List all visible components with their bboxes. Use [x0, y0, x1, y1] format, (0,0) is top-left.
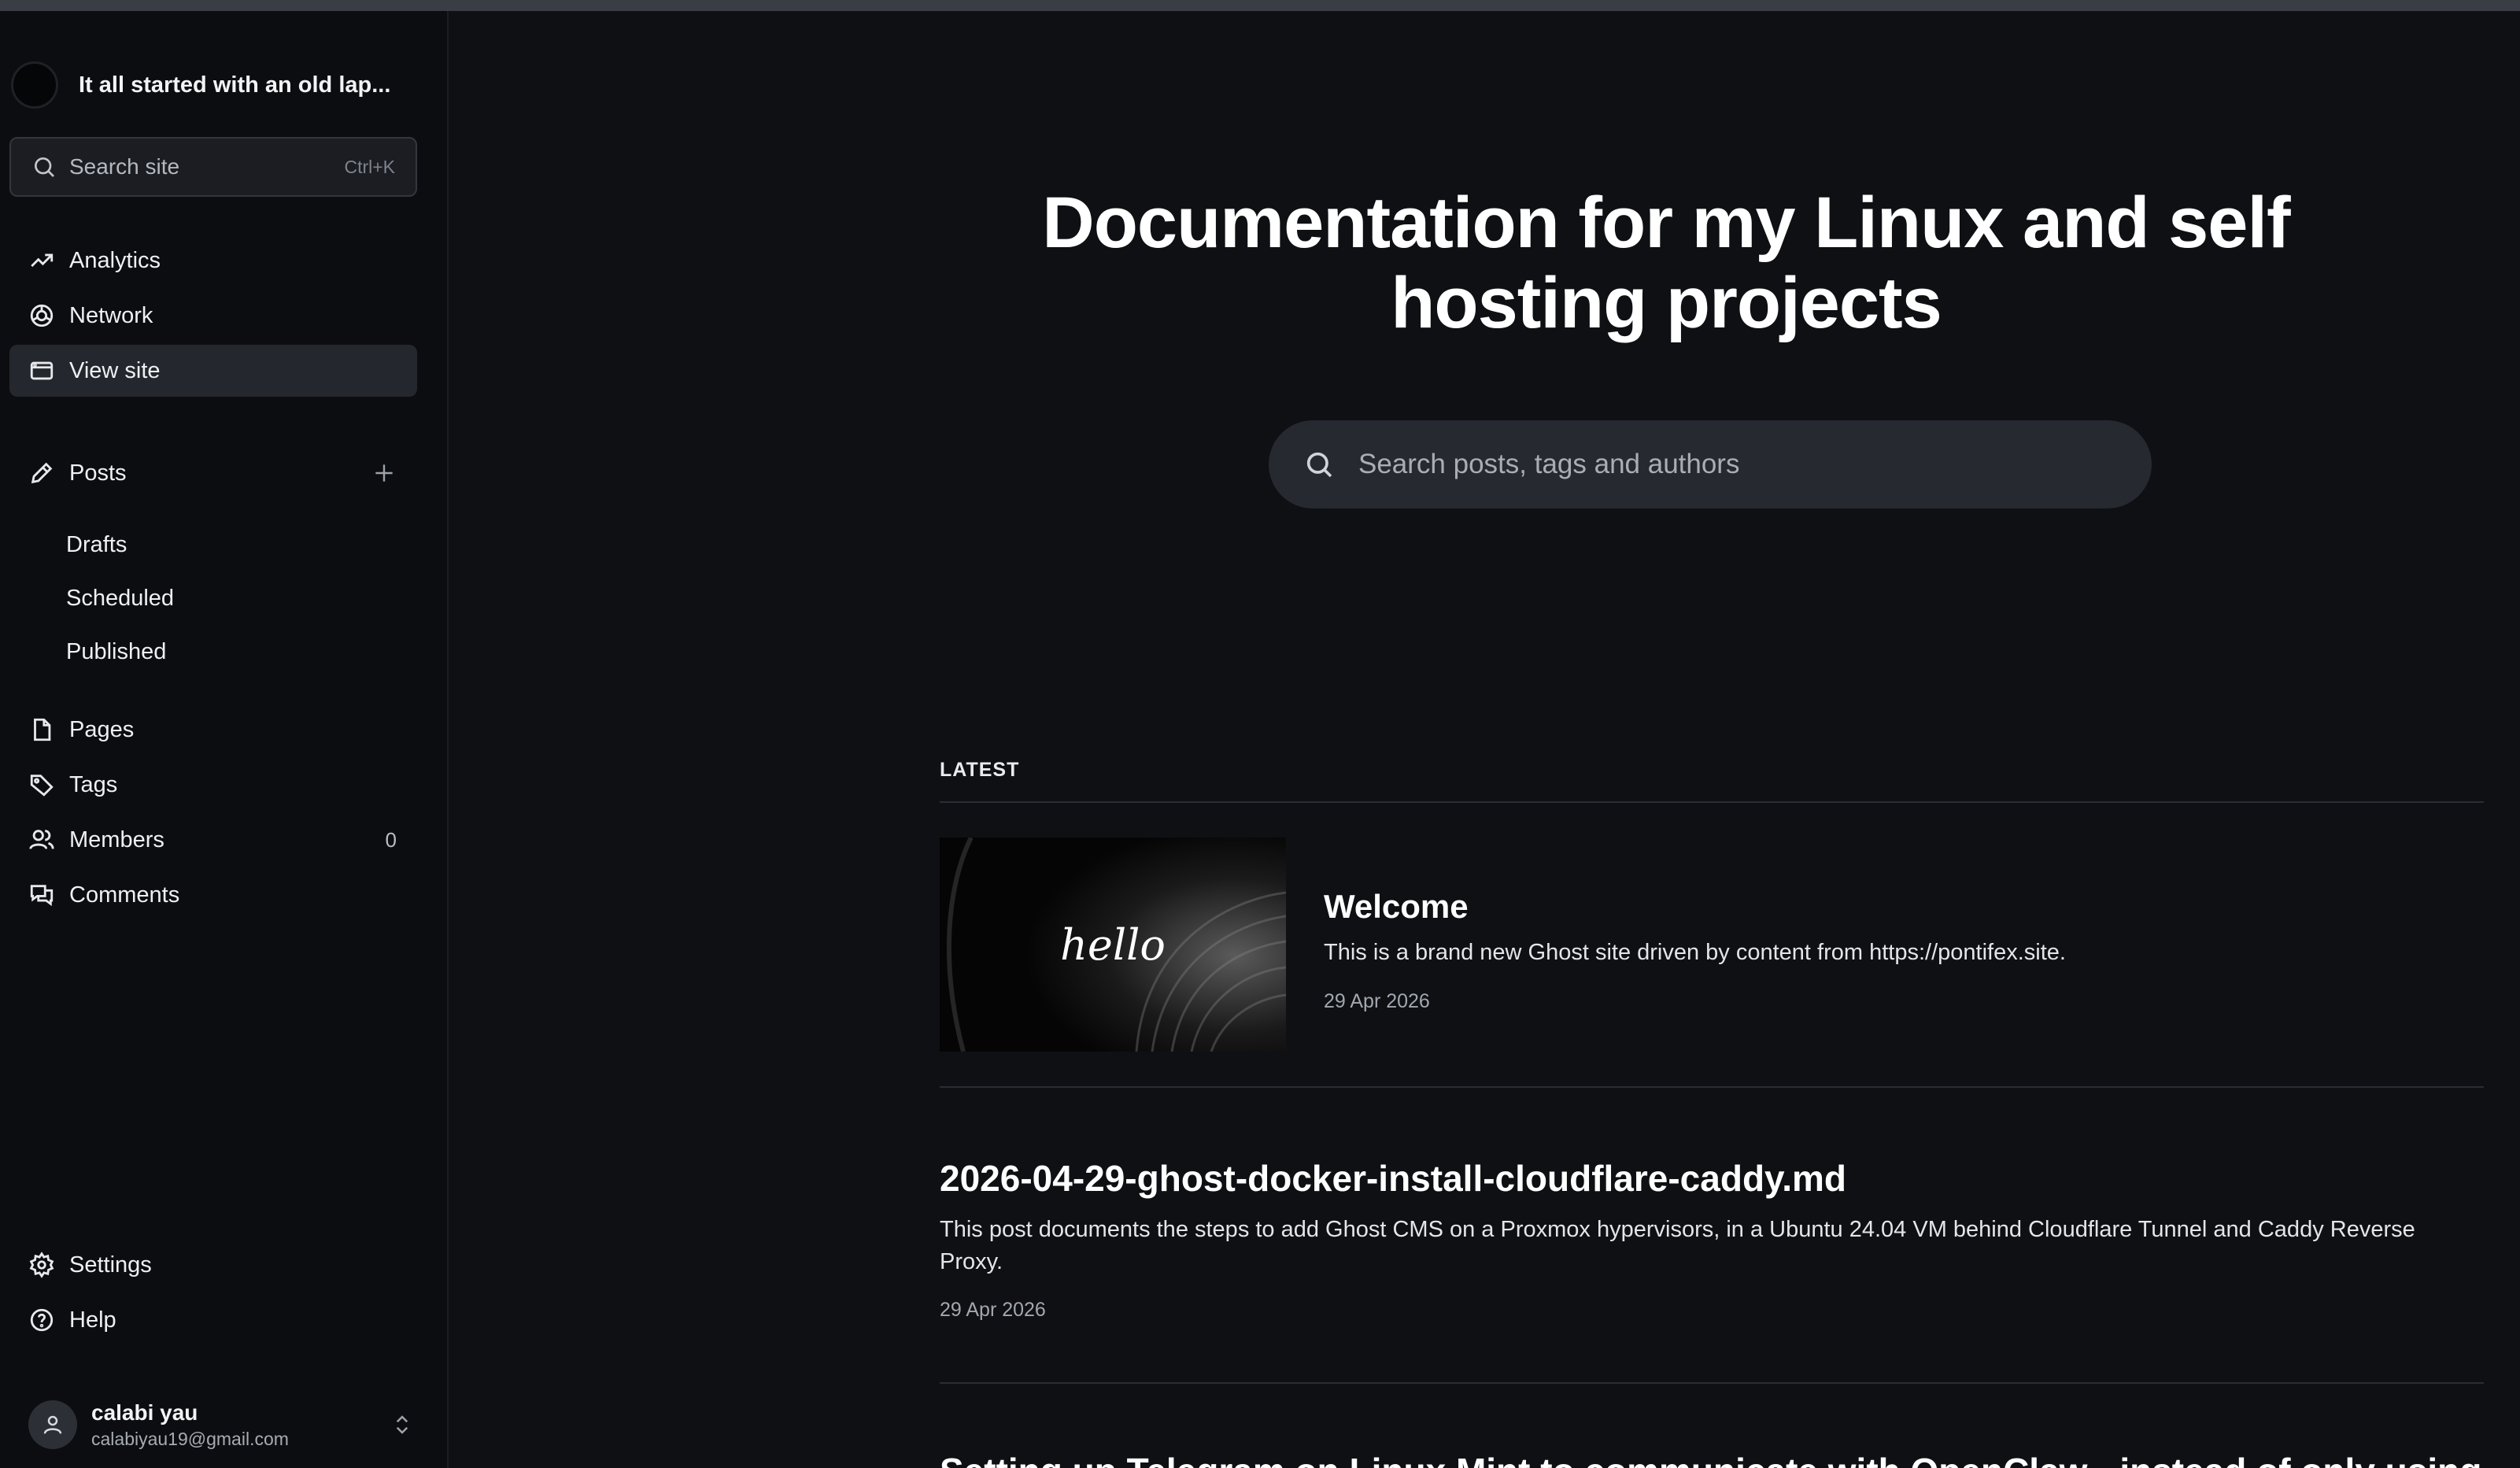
sidebar-item-label: Posts — [69, 460, 127, 486]
plus-icon[interactable] — [371, 460, 397, 486]
site-search-input[interactable]: Search posts, tags and authors — [1269, 420, 2152, 508]
sidebar-search-button[interactable]: Search site Ctrl+K — [9, 137, 417, 197]
sidebar-item-label: View site — [69, 357, 161, 383]
sidebar-subitem-scheduled[interactable]: Scheduled — [66, 586, 174, 612]
browser-window-icon — [30, 361, 54, 380]
sidebar-item-label: Network — [69, 302, 153, 328]
search-shortcut-hint: Ctrl+K — [344, 156, 395, 177]
members-count-badge: 0 — [385, 827, 397, 852]
comments-icon — [30, 885, 54, 907]
thumbnail-image: hello — [940, 838, 1286, 1052]
sidebar-subitem-published[interactable]: Published — [66, 639, 166, 665]
post-title-link[interactable]: Welcome — [1324, 888, 1469, 926]
site-title: It all started with an old lap... — [79, 72, 391, 98]
page-icon — [34, 718, 51, 741]
user-name: calabi yau — [91, 1400, 198, 1425]
sidebar-item-analytics[interactable]: Analytics — [9, 235, 417, 287]
search-icon — [35, 157, 54, 177]
sidebar-item-label: Members — [69, 826, 164, 852]
post-title-link[interactable]: Setting up Telegram on Linux Mint to com… — [940, 1450, 2481, 1468]
page-title: Documentation for my Linux and self host… — [1042, 183, 2290, 343]
sidebar-item-label: Settings — [69, 1252, 152, 1278]
post-thumbnail[interactable]: hello — [940, 838, 1286, 1052]
site-header[interactable]: It all started with an old lap... — [11, 54, 390, 116]
sidebar-item-label: Help — [69, 1307, 116, 1333]
user-email: calabiyau19@gmail.com — [91, 1428, 289, 1449]
search-icon — [1306, 452, 1332, 478]
user-icon — [43, 1415, 62, 1434]
post-divider — [940, 1382, 2484, 1384]
pencil-icon — [31, 462, 53, 484]
network-icon — [30, 304, 54, 327]
post-date: 29 Apr 2026 — [1324, 990, 1430, 1012]
post-divider — [940, 1086, 2484, 1088]
sidebar-item-tags[interactable]: Tags — [9, 759, 417, 811]
user-menu[interactable]: calabi yau calabiyau19@gmail.com — [28, 1393, 414, 1456]
site-preview: Documentation for my Linux and self host… — [450, 11, 2520, 1468]
site-search-placeholder: Search posts, tags and authors — [1358, 449, 1740, 479]
post-excerpt: This is a brand new Ghost site driven by… — [1324, 940, 2066, 965]
sidebar-item-members[interactable]: Members 0 — [9, 814, 417, 866]
sidebar-item-comments[interactable]: Comments — [9, 869, 417, 921]
chevron-up-down-icon — [396, 1415, 408, 1434]
sidebar-item-help[interactable]: Help — [9, 1294, 417, 1346]
sidebar-search-placeholder: Search site — [69, 154, 180, 179]
tag-icon — [30, 775, 54, 797]
members-icon — [29, 830, 54, 849]
admin-sidebar: It all started with an old lap... Search… — [0, 11, 449, 1468]
post-excerpt: This post documents the steps to add Gho… — [940, 1217, 2415, 1274]
sidebar-item-label: Comments — [69, 882, 180, 908]
help-icon — [30, 1308, 54, 1332]
sidebar-item-label: Analytics — [69, 247, 161, 273]
sidebar-item-pages[interactable]: Pages — [9, 704, 417, 756]
sidebar-item-label: Pages — [69, 716, 135, 742]
sidebar-subitem-drafts[interactable]: Drafts — [66, 532, 127, 558]
post-date: 29 Apr 2026 — [940, 1299, 1046, 1321]
sidebar-item-posts[interactable]: Posts — [9, 447, 417, 499]
sidebar-item-network[interactable]: Network — [9, 290, 417, 342]
section-label: LATEST — [940, 759, 1020, 781]
thumbnail-text: hello — [1060, 920, 1166, 970]
sidebar-item-view-site[interactable]: View site — [9, 345, 417, 397]
sidebar-item-label: Tags — [69, 771, 118, 797]
section-divider — [940, 801, 2484, 803]
site-logo — [11, 61, 58, 109]
analytics-icon — [31, 253, 54, 268]
sidebar-item-settings[interactable]: Settings — [9, 1239, 417, 1291]
avatar — [28, 1400, 77, 1449]
window-top-bar — [0, 0, 2520, 11]
post-title-link[interactable]: 2026-04-29-ghost-docker-install-cloudfla… — [940, 1157, 1846, 1200]
gear-icon — [29, 1252, 54, 1278]
